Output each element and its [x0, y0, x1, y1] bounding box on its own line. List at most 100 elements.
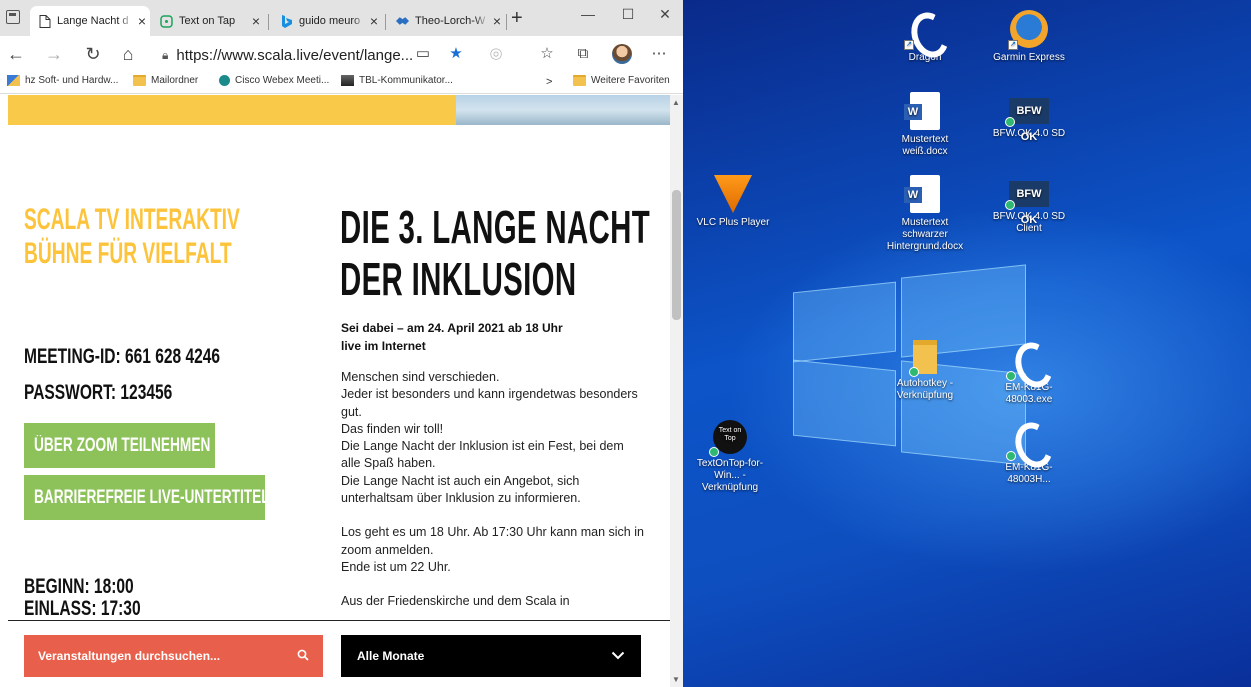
- favorite-item[interactable]: hz Soft- und Hardw...: [7, 75, 118, 86]
- side-title-line-1: SCALA TV INTERAKTIV: [24, 203, 240, 236]
- vlc-icon: [714, 175, 752, 213]
- back-arrow-icon[interactable]: ←: [4, 44, 28, 64]
- maximize-button[interactable]: ☐: [618, 6, 638, 23]
- desktop-icon-label: TextOnTop-for-Win... - Verknüpfung: [696, 458, 764, 493]
- chevron-down-icon: [611, 649, 625, 663]
- zoom-join-button[interactable]: ÜBER ZOOM TEILNEHMEN: [24, 423, 215, 468]
- desktop-icon-mustertext-weiss[interactable]: Mustertext weiß.docx: [880, 92, 970, 158]
- favorites-bar: hz Soft- und Hardw... Mailordner Cisco W…: [0, 72, 683, 94]
- browser-window: Lange Nacht d × Text on Tap × guido meur…: [0, 0, 683, 687]
- close-tab-icon[interactable]: ×: [134, 13, 150, 29]
- favorite-item[interactable]: Mailordner: [133, 75, 198, 86]
- profile-avatar[interactable]: [612, 44, 632, 64]
- tab-separator: [385, 14, 386, 30]
- live-subtitles-button[interactable]: BARRIEREFREIE LIVE-UNTERTITEL: [24, 475, 265, 520]
- begin-time: BEGINN: 18:00: [24, 575, 134, 598]
- tab-text-on-tap[interactable]: Text on Tap ×: [152, 6, 264, 36]
- favorite-item[interactable]: TBL-Kommunikator...: [341, 75, 453, 86]
- app-icon: [341, 75, 354, 86]
- favorite-star-icon[interactable]: ★: [446, 45, 466, 63]
- favorite-label: hz Soft- und Hardw...: [25, 75, 119, 86]
- address-bar-row: ← → ↻ ⌂ 🔒︎ https://www.scala.live/event/…: [0, 36, 683, 72]
- event-location: live im Internet: [341, 339, 426, 353]
- bfw-ok-icon: BFW OK: [1005, 181, 1049, 226]
- description-paragraph: Menschen sind verschieden. Jeder ist bes…: [341, 370, 638, 506]
- close-tab-icon[interactable]: ×: [248, 13, 264, 29]
- folder-icon: [573, 75, 586, 86]
- word-doc-icon: [904, 92, 940, 130]
- close-tab-icon[interactable]: ×: [489, 13, 505, 29]
- folder-icon: [909, 340, 937, 377]
- home-icon[interactable]: ⌂: [116, 44, 140, 64]
- refresh-icon[interactable]: ↻: [81, 44, 105, 64]
- scroll-down-arrow-icon[interactable]: ▼: [672, 675, 680, 684]
- desktop-icon-label: Mustertext weiß.docx: [901, 134, 949, 157]
- tab-title: Lange Nacht d: [57, 15, 129, 27]
- bookmark-icon: [7, 75, 20, 86]
- minimize-button[interactable]: —: [578, 6, 598, 22]
- desktop-icon-textontop[interactable]: Text on Top TextOnTop-for-Win... - Verkn…: [685, 420, 775, 494]
- close-window-button[interactable]: ✕: [655, 6, 675, 23]
- desktop-icon-em-exe[interactable]: EM-K81G-48003.exe: [984, 340, 1074, 406]
- document-icon: [38, 14, 51, 28]
- desktop-icon-label: Mustertext schwarzer Hintergrund.docx: [886, 217, 964, 252]
- favorite-label: Cisco Webex Meeti...: [235, 75, 330, 86]
- desktop-icon-label: Autohotkey - Verknüpfung: [896, 378, 954, 401]
- search-icon: [297, 649, 309, 664]
- forward-arrow-icon[interactable]: →: [42, 44, 66, 64]
- garmin-icon: ↗: [1008, 10, 1048, 50]
- tab-lange-nacht[interactable]: Lange Nacht d ×: [30, 6, 150, 36]
- bing-icon: [280, 14, 293, 28]
- desktop: ↗ Dragon ↗ Garmin Express Mustertext wei…: [683, 0, 1251, 687]
- page-title-line-1: DIE 3. LANGE NACHT: [340, 201, 650, 253]
- side-title-line-2: BÜHNE FÜR VIELFALT: [24, 237, 232, 270]
- tab-separator: [268, 14, 269, 30]
- month-select[interactable]: Alle Monate: [341, 635, 641, 677]
- chat-icon: [160, 14, 173, 28]
- desktop-icon-dragon[interactable]: ↗ Dragon: [880, 10, 970, 64]
- url-text: https://www.scala.live/event/lange...: [176, 46, 414, 64]
- bfw-ok-icon: BFW OK: [1005, 98, 1049, 143]
- reading-view-icon[interactable]: ▭: [413, 45, 433, 63]
- favorites-overflow-chevron-icon[interactable]: >: [546, 76, 552, 88]
- tab-title: Text on Tap: [179, 15, 236, 27]
- desktop-icon-label: Garmin Express: [993, 52, 1065, 63]
- tab-guido[interactable]: guido meuro ×: [272, 6, 382, 36]
- event-search-button[interactable]: Veranstaltungen durchsuchen...: [24, 635, 323, 677]
- new-tab-button[interactable]: +: [511, 8, 523, 28]
- collections-icon[interactable]: ⧉: [573, 45, 593, 63]
- tab-theo-lorch[interactable]: Theo-Lorch-W ×: [388, 6, 505, 36]
- favorite-folder-more[interactable]: Weitere Favoriten: [573, 75, 670, 86]
- month-select-label: Alle Monate: [357, 649, 425, 663]
- side-title: SCALA TV INTERAKTIV BÜHNE FÜR VIELFALT: [24, 203, 240, 271]
- handshake-icon: [396, 15, 409, 28]
- desktop-icon-vlc[interactable]: VLC Plus Player: [688, 175, 778, 229]
- scroll-up-arrow-icon[interactable]: ▲: [672, 98, 680, 107]
- desktop-icon-bfw-ok[interactable]: BFW OK BFW.OK 4.0 SD: [984, 92, 1074, 143]
- desktop-icon-em-h[interactable]: EM-K81G-48003H...: [984, 420, 1074, 486]
- web-page: SCALA TV INTERAKTIV BÜHNE FÜR VIELFALT M…: [0, 95, 670, 687]
- desktop-icon-autohotkey[interactable]: Autohotkey - Verknüpfung: [880, 340, 970, 402]
- desktop-icon-bfw-ok-client[interactable]: BFW OK BFW.OK 4.0 SD Client: [984, 175, 1074, 235]
- more-options-icon[interactable]: ⋯: [649, 45, 669, 63]
- webex-icon: [219, 75, 230, 86]
- textontop-icon: Text on Top: [709, 420, 747, 457]
- vertical-scrollbar[interactable]: [670, 95, 683, 687]
- extension-icon[interactable]: ◎: [486, 45, 506, 63]
- favorite-label: Weitere Favoriten: [591, 75, 670, 86]
- tab-separator: [506, 14, 507, 30]
- desktop-icon-mustertext-schwarz[interactable]: Mustertext schwarzer Hintergrund.docx: [880, 175, 970, 253]
- divider: [8, 620, 670, 621]
- zoom-join-label: ÜBER ZOOM TEILNEHMEN: [34, 434, 211, 456]
- favorite-item[interactable]: Cisco Webex Meeti...: [219, 75, 329, 86]
- meeting-id: MEETING-ID: 661 628 4246: [24, 345, 221, 368]
- favorites-list-icon[interactable]: ☆: [537, 45, 557, 63]
- event-description: Menschen sind verschieden. Jeder ist bes…: [341, 369, 646, 628]
- scrollbar-thumb[interactable]: [672, 190, 681, 320]
- favorite-label: TBL-Kommunikator...: [359, 75, 453, 86]
- dragon-icon: [1006, 420, 1048, 461]
- desktop-icon-garmin[interactable]: ↗ Garmin Express: [984, 10, 1074, 64]
- close-tab-icon[interactable]: ×: [366, 13, 382, 29]
- tab-actions-menu-icon[interactable]: [6, 10, 20, 24]
- live-subtitles-label: BARRIEREFREIE LIVE-UNTERTITEL: [34, 486, 265, 508]
